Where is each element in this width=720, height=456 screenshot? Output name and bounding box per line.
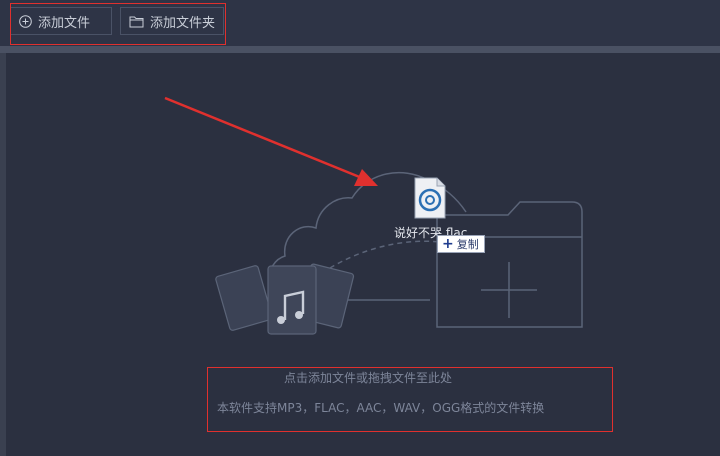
audio-files-icon xyxy=(215,263,355,335)
annotation-arrow xyxy=(164,96,378,186)
hint-formats: 本软件支持MP3，FLAC，AAC，WAV，OGG格式的文件转换 xyxy=(217,401,545,415)
hint-primary: 点击添加文件或拖拽文件至此处 xyxy=(283,371,452,385)
drop-illustration xyxy=(164,96,583,335)
dragged-file-icon xyxy=(414,177,446,219)
copy-badge-label: 复制 xyxy=(456,238,479,251)
plus-icon: + xyxy=(442,236,454,252)
folder-drop-icon xyxy=(436,201,583,328)
copy-badge: + 复制 xyxy=(437,235,485,253)
audio-disc-icon xyxy=(414,177,446,219)
hint-primary-row: 点击添加文件或拖拽文件至此处 xyxy=(0,369,720,386)
drag-trail xyxy=(329,240,441,269)
